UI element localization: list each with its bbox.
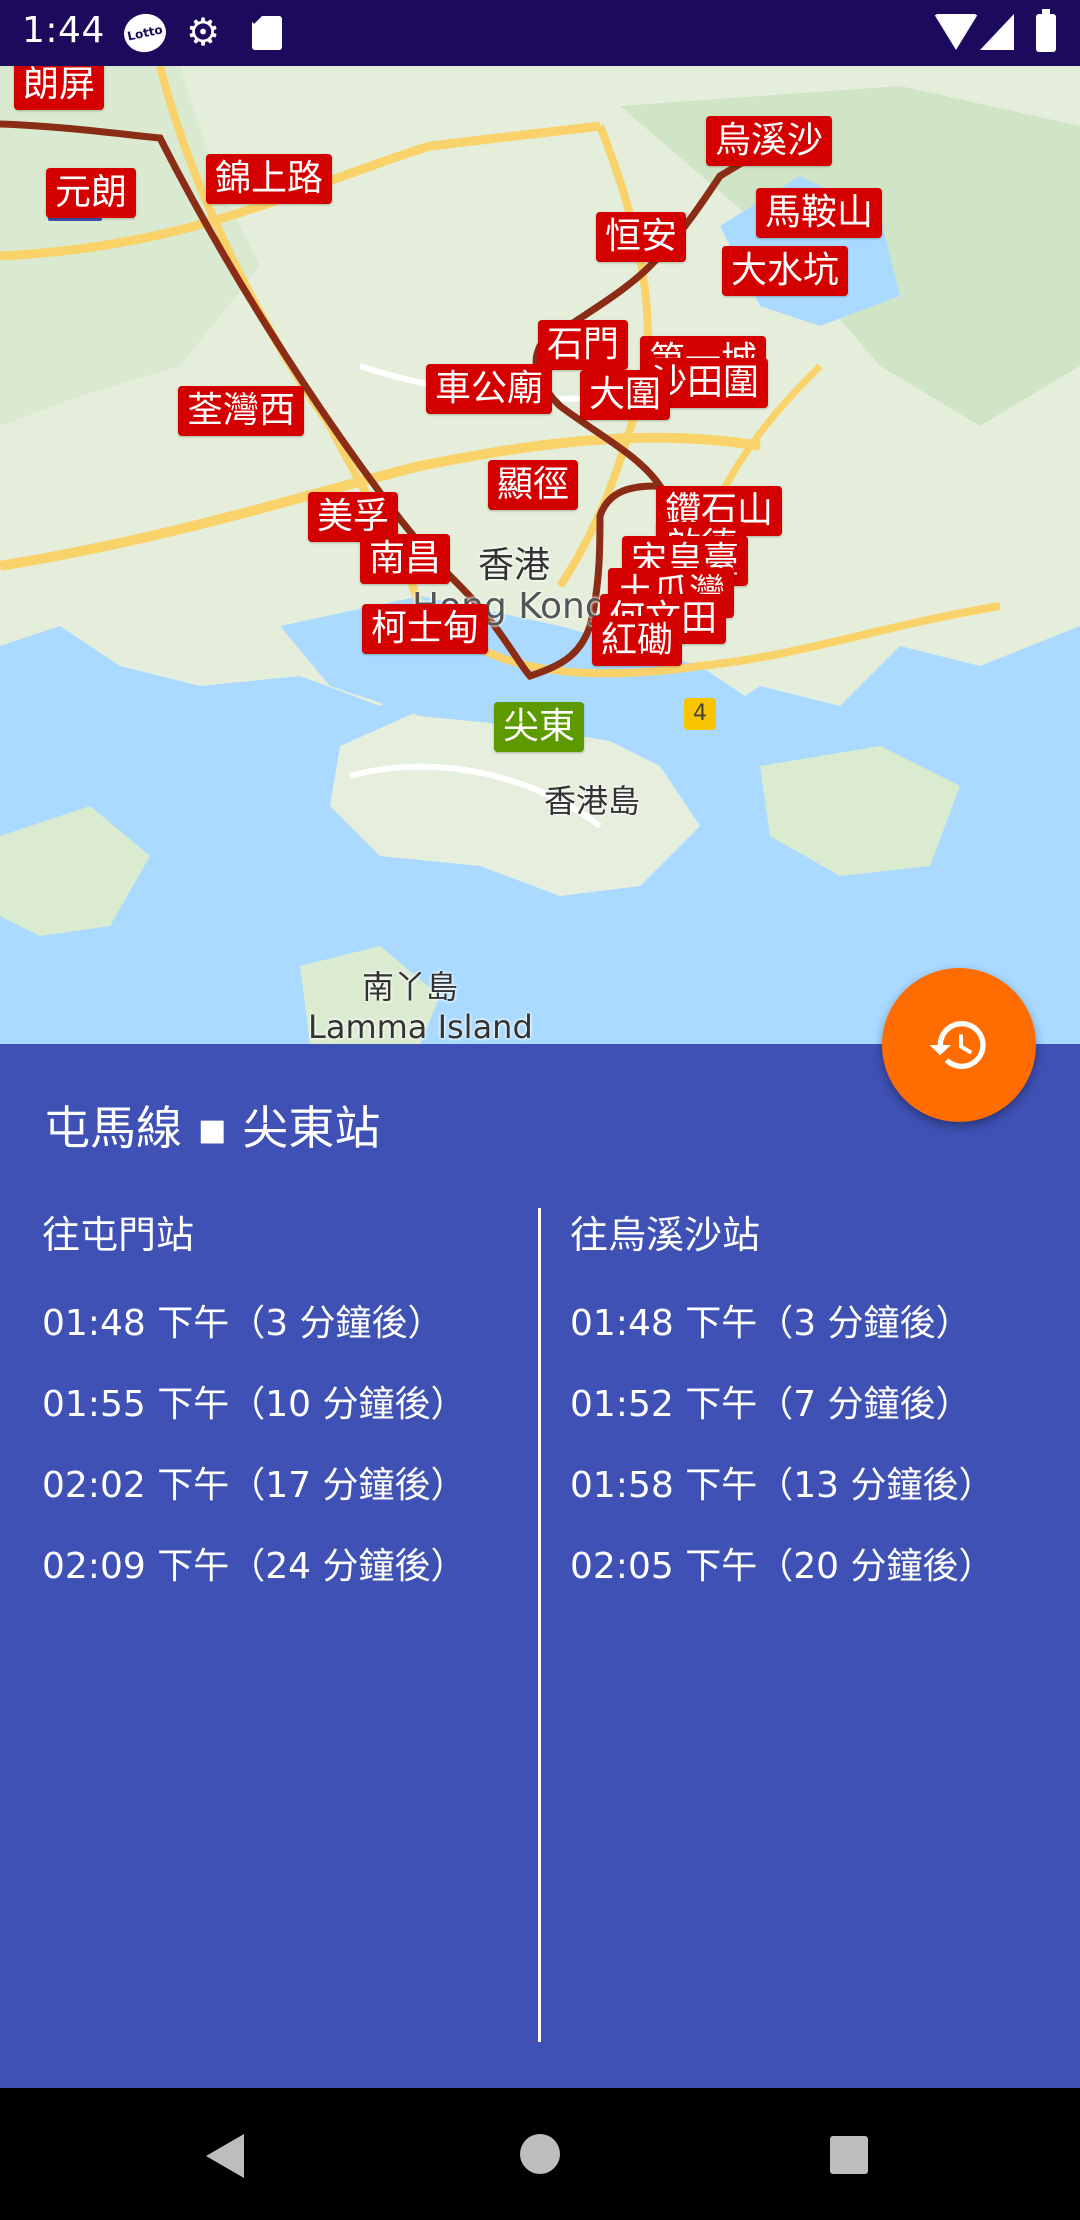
history-button[interactable] bbox=[882, 968, 1036, 1122]
eta-row: 01:55 下午（10 分鐘後） bbox=[42, 1384, 467, 1425]
station-marker-hin-keng[interactable]: 顯徑 bbox=[488, 460, 579, 510]
station-marker-wu-kai-sha[interactable]: 烏溪沙 bbox=[706, 116, 833, 166]
station-marker-long-ping[interactable]: 朗屏 bbox=[14, 66, 105, 110]
eta-row: 02:02 下午（17 分鐘後） bbox=[42, 1465, 467, 1506]
eta-row: 01:48 下午（3 分鐘後） bbox=[42, 1303, 444, 1344]
direction-header-tuen-mun: 往屯門站 bbox=[42, 1213, 195, 1257]
map-label-hk-island: 香港島 bbox=[544, 782, 641, 820]
home-icon[interactable] bbox=[520, 2134, 560, 2174]
history-icon bbox=[929, 1021, 986, 1069]
eta-column-wu-kai-sha: 往烏溪沙站 01:48 下午（3 分鐘後） 01:52 下午（7 分鐘後） 01… bbox=[570, 1204, 1050, 1618]
station-marker-tai-wai[interactable]: 大圍 bbox=[580, 370, 671, 420]
station-marker-hung-hom[interactable]: 紅磡 bbox=[592, 616, 683, 666]
direction-header-wu-kai-sha: 往烏溪沙站 bbox=[570, 1213, 761, 1257]
eta-column-tuen-mun: 往屯門站 01:48 下午（3 分鐘後） 01:55 下午（10 分鐘後） 02… bbox=[42, 1204, 522, 1618]
gear-icon: ⚙ bbox=[186, 10, 221, 54]
wifi-icon bbox=[934, 14, 978, 50]
station-marker-austin[interactable]: 柯士甸 bbox=[362, 604, 489, 654]
map-label-hong-kong: 香港 bbox=[478, 545, 551, 586]
map-label-lamma-zh: 南丫島 bbox=[362, 968, 459, 1006]
lotto-icon: Lotto bbox=[120, 10, 170, 56]
status-time: 1:44 bbox=[22, 10, 105, 51]
eta-panel: 屯馬線 ▪ 尖東站 往屯門站 01:48 下午（3 分鐘後） 01:55 下午（… bbox=[0, 1044, 1080, 2088]
eta-row: 01:58 下午（13 分鐘後） bbox=[570, 1465, 995, 1506]
map-label-lamma-en: Lamma Island bbox=[308, 1008, 533, 1044]
panel-title: 屯馬線 ▪ 尖東站 bbox=[44, 1101, 381, 1155]
map-view[interactable]: 香港 Hong Kong 香港島 南丫島 Lamma Island 4 朗屏 元… bbox=[0, 66, 1080, 1044]
station-marker-che-kung-temple[interactable]: 車公廟 bbox=[426, 364, 553, 414]
sd-card-icon bbox=[252, 16, 282, 50]
back-icon[interactable] bbox=[206, 2134, 244, 2178]
station-marker-east-tsim-sha-tsui[interactable]: 尖東 bbox=[494, 702, 585, 752]
station-marker-kam-sheung-road[interactable]: 錦上路 bbox=[206, 154, 333, 204]
station-marker-tai-shui-hang[interactable]: 大水坑 bbox=[722, 246, 849, 296]
status-bar: 1:44 Lotto ⚙ bbox=[0, 0, 1080, 66]
eta-row: 01:52 下午（7 分鐘後） bbox=[570, 1384, 972, 1425]
signal-icon bbox=[980, 14, 1014, 50]
column-divider bbox=[538, 1208, 541, 2042]
battery-icon bbox=[1036, 9, 1056, 52]
station-marker-ma-on-shan[interactable]: 馬鞍山 bbox=[756, 188, 883, 238]
station-marker-yuen-long[interactable]: 元朗 bbox=[46, 168, 137, 218]
recents-icon[interactable] bbox=[830, 2136, 868, 2174]
eta-row: 02:09 下午（24 分鐘後） bbox=[42, 1546, 467, 1587]
station-marker-shek-mun[interactable]: 石門 bbox=[538, 320, 629, 370]
station-marker-tsuen-wan-west[interactable]: 荃灣西 bbox=[178, 386, 305, 436]
navigation-bar bbox=[0, 2088, 1080, 2220]
station-marker-nam-cheong[interactable]: 南昌 bbox=[360, 534, 451, 584]
station-marker-heng-on[interactable]: 恒安 bbox=[596, 212, 687, 262]
eta-row: 01:48 下午（3 分鐘後） bbox=[570, 1303, 972, 1344]
eta-row: 02:05 下午（20 分鐘後） bbox=[570, 1546, 995, 1587]
route-4-badge: 4 bbox=[684, 698, 716, 730]
